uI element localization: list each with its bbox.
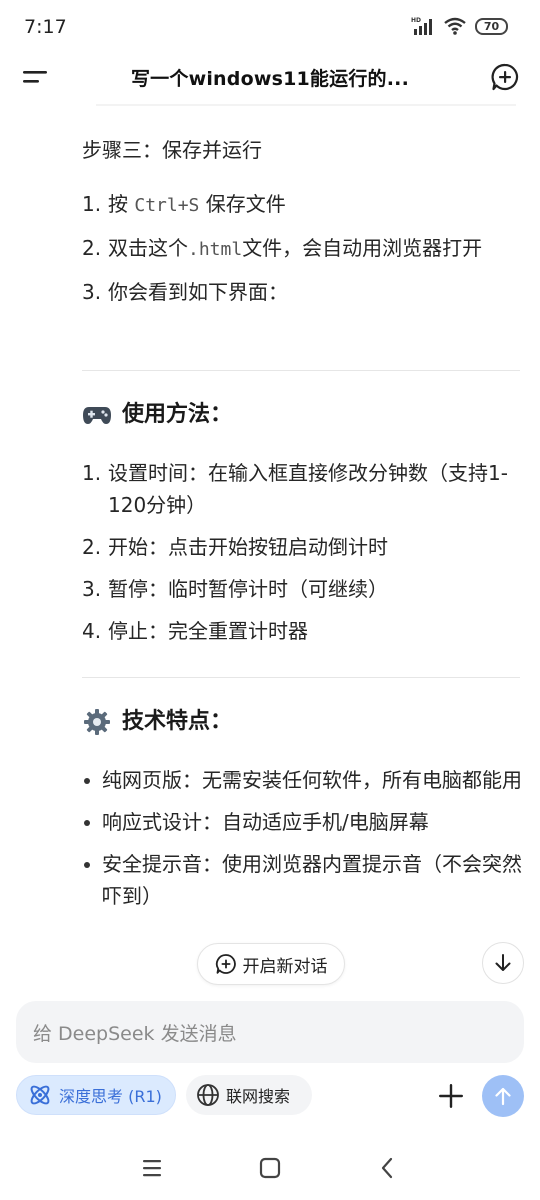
status-icons: HD 70 [411, 16, 508, 36]
arrow-down-icon [495, 954, 511, 971]
chat-header: 写一个windows11能运行的... [0, 54, 540, 100]
status-time: 7:17 [24, 16, 67, 38]
signal-icon: HD [411, 17, 432, 35]
plus-icon [439, 1084, 463, 1108]
send-button[interactable] [482, 1075, 524, 1117]
atom-icon [30, 1085, 50, 1105]
scroll-to-bottom-button[interactable] [482, 942, 524, 984]
list-item: 4. 停止：完全重置计时器 [82, 619, 308, 643]
message-placeholder: 给 DeepSeek 发送消息 [33, 1022, 237, 1045]
list-item: 2. 开始：点击开始按钮启动倒计时 [82, 535, 388, 559]
globe-icon [197, 1084, 219, 1106]
back-icon[interactable] [376, 1156, 400, 1180]
usage-list: 1. 设置时间：在输入框直接修改分钟数（支持1-120分钟） 2. 开始：点击开… [82, 457, 522, 647]
deep-think-toggle[interactable]: 深度思考 (R1) [16, 1075, 176, 1115]
page-title: 写一个windows11能运行的... [130, 67, 409, 90]
battery-icon: 70 [475, 17, 508, 35]
recent-apps-icon[interactable] [140, 1156, 164, 1180]
step-title: 步骤三：保存并运行 [82, 138, 262, 162]
features-heading: 技术特点： [82, 706, 522, 738]
gear-icon [82, 707, 112, 737]
inline-code: Ctrl+S [134, 195, 200, 216]
new-chat-button[interactable]: 开启新对话 [197, 943, 345, 985]
assistant-message: 步骤三：保存并运行 1. 按 Ctrl+S 保存文件 2. 双击这个.html文… [82, 126, 522, 922]
home-icon[interactable] [258, 1156, 282, 1180]
step-list: 1. 按 Ctrl+S 保存文件 2. 双击这个.html文件，会自动用浏览器打… [82, 188, 522, 308]
message-input[interactable]: 给 DeepSeek 发送消息 [16, 1001, 524, 1063]
status-bar: 7:17 HD 70 [0, 0, 540, 54]
system-nav-bar [0, 1140, 540, 1196]
gamepad-icon [82, 400, 112, 430]
list-item: 响应式设计：自动适应手机/电脑屏幕 [82, 806, 522, 838]
list-item: 纯网页版：无需安装任何软件，所有电脑都能用 [82, 764, 522, 796]
list-item: 3. 暂停：临时暂停计时（可继续） [82, 577, 388, 601]
inline-code: .html [188, 239, 243, 260]
new-chat-icon[interactable] [490, 62, 520, 92]
web-search-toggle[interactable]: 联网搜索 [186, 1075, 312, 1115]
divider [96, 104, 516, 106]
composer-toolbar: 深度思考 (R1) 联网搜索 [16, 1075, 524, 1117]
features-list: 纯网页版：无需安装任何软件，所有电脑都能用 响应式设计：自动适应手机/电脑屏幕 … [82, 764, 522, 912]
usage-heading: 使用方法： [82, 399, 522, 431]
menu-icon[interactable] [20, 64, 50, 90]
list-item: 安全提示音：使用浏览器内置提示音（不会突然吓到） [82, 848, 522, 912]
arrow-up-icon [495, 1087, 511, 1106]
attach-button[interactable] [434, 1079, 468, 1113]
list-item: 1. 设置时间：在输入框直接修改分钟数（支持1-120分钟） [82, 461, 508, 517]
new-chat-icon [215, 954, 236, 974]
list-item: 2. 双击这个.html文件，会自动用浏览器打开 [82, 236, 483, 260]
list-item: 1. 按 Ctrl+S 保存文件 [82, 192, 286, 216]
svg-text:HD: HD [411, 17, 421, 24]
list-item: 3. 你会看到如下界面： [82, 280, 288, 304]
wifi-icon [444, 17, 466, 35]
